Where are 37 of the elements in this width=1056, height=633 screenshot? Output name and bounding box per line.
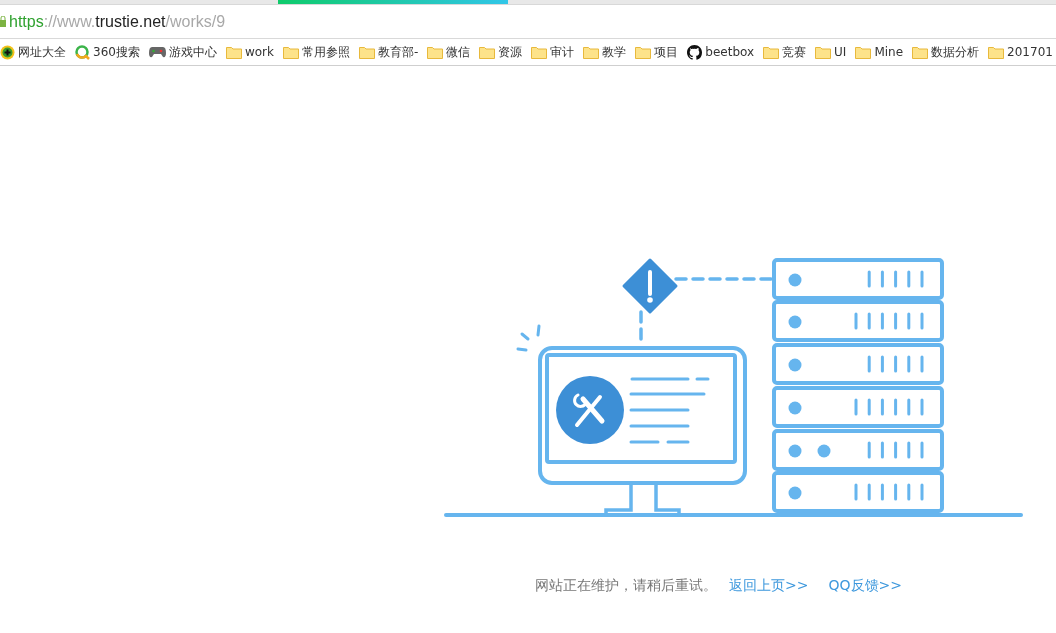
- address-field[interactable]: https://www.trustie.net/works/9: [9, 12, 226, 31]
- bookmark-item[interactable]: 竞赛: [763, 43, 807, 61]
- plus-circle-icon: [0, 44, 15, 60]
- bookmark-item[interactable]: 教育部-: [358, 43, 419, 61]
- bookmark-item[interactable]: 项目: [635, 43, 679, 61]
- bookmark-item[interactable]: 教学: [583, 43, 627, 61]
- folder-icon: [358, 45, 375, 59]
- bookmark-item[interactable]: 常用参照: [282, 43, 350, 61]
- bookmark-item[interactable]: 数据分析: [912, 43, 980, 61]
- bookmark-item[interactable]: 审计: [531, 43, 575, 61]
- bookmark-item[interactable]: 360搜索: [75, 43, 140, 61]
- folder-icon: [225, 45, 242, 59]
- bookmark-item[interactable]: 微信: [427, 43, 471, 61]
- folder-icon: [855, 45, 872, 59]
- folder-icon: [815, 45, 832, 59]
- folder-icon: [531, 45, 548, 59]
- gamepad-icon: [148, 46, 166, 58]
- ring-icon: [75, 44, 90, 60]
- folder-icon: [988, 45, 1005, 59]
- bookmark-item[interactable]: UI: [815, 45, 847, 59]
- folder-icon: [635, 45, 652, 59]
- bookmark-item[interactable]: 资源: [479, 43, 523, 61]
- folder-icon: [479, 45, 496, 59]
- folder-icon: [282, 45, 299, 59]
- lock-icon: [0, 16, 6, 27]
- bookmark-item[interactable]: Mine: [855, 45, 904, 59]
- folder-icon: [427, 45, 444, 59]
- maintenance-message: 网站正在维护，请稍后重试。: [535, 577, 717, 595]
- bookmark-item[interactable]: 网址大全: [0, 43, 66, 61]
- github-icon: [687, 44, 703, 60]
- bookmark-item[interactable]: beetbox: [687, 44, 755, 60]
- folder-icon: [912, 45, 929, 59]
- bookmark-item[interactable]: 游戏中心: [148, 43, 217, 61]
- bookmark-item[interactable]: 201701: [988, 45, 1053, 59]
- folder-icon: [583, 45, 600, 59]
- bookmark-item[interactable]: work: [225, 45, 274, 59]
- folder-icon: [763, 45, 780, 59]
